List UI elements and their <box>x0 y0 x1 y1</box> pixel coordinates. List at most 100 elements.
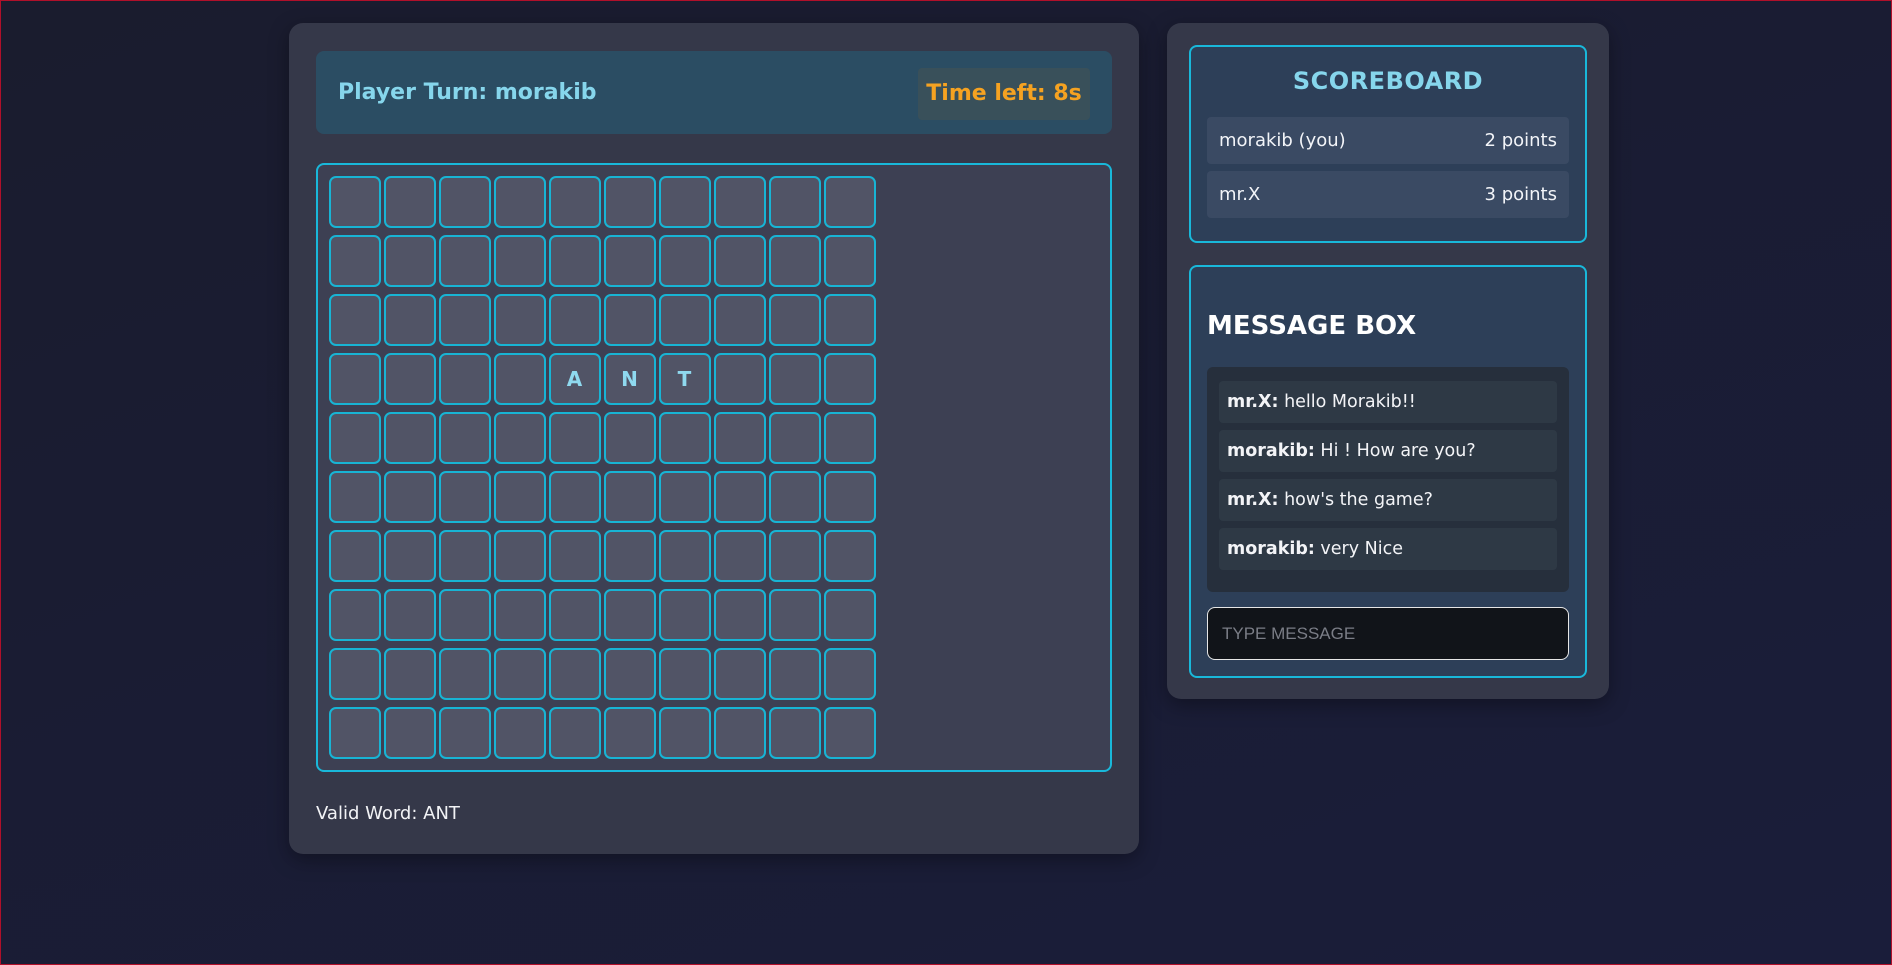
board-cell[interactable] <box>494 353 546 405</box>
board-cell[interactable] <box>714 530 766 582</box>
board-cell[interactable] <box>439 412 491 464</box>
board-cell[interactable] <box>604 412 656 464</box>
board-cell[interactable] <box>824 530 876 582</box>
board-cell[interactable] <box>604 471 656 523</box>
board-cell[interactable] <box>384 471 436 523</box>
board-cell[interactable] <box>714 471 766 523</box>
board-cell[interactable] <box>769 176 821 228</box>
board-cell[interactable] <box>604 530 656 582</box>
board-cell[interactable] <box>549 471 601 523</box>
board-cell[interactable] <box>769 412 821 464</box>
board-cell[interactable] <box>659 707 711 759</box>
board-cell[interactable] <box>439 707 491 759</box>
board-cell[interactable] <box>384 589 436 641</box>
board-cell[interactable] <box>494 471 546 523</box>
board-cell[interactable] <box>714 294 766 346</box>
board-cell[interactable] <box>549 648 601 700</box>
board-cell[interactable] <box>439 176 491 228</box>
board-cell[interactable] <box>824 589 876 641</box>
board-cell[interactable] <box>604 589 656 641</box>
board-cell[interactable] <box>439 530 491 582</box>
board-cell[interactable] <box>549 294 601 346</box>
board-cell[interactable] <box>824 235 876 287</box>
board-cell[interactable] <box>659 471 711 523</box>
board-cell[interactable] <box>549 235 601 287</box>
board-cell[interactable] <box>714 353 766 405</box>
board-cell[interactable] <box>329 353 381 405</box>
board-cell[interactable] <box>824 294 876 346</box>
board-cell[interactable] <box>549 530 601 582</box>
message-list[interactable]: mr.X: hello Morakib!! morakib: Hi ! How … <box>1207 367 1569 592</box>
board-cell[interactable] <box>769 294 821 346</box>
board-cell[interactable] <box>384 294 436 346</box>
board-cell[interactable] <box>824 412 876 464</box>
board-cell[interactable] <box>494 707 546 759</box>
board-cell[interactable] <box>549 707 601 759</box>
board-cell[interactable] <box>714 412 766 464</box>
board-cell[interactable] <box>659 530 711 582</box>
board-cell[interactable]: A <box>549 353 601 405</box>
board-cell[interactable] <box>604 176 656 228</box>
board-cell[interactable] <box>769 589 821 641</box>
board-cell[interactable] <box>384 707 436 759</box>
board-cell[interactable] <box>769 471 821 523</box>
board-cell[interactable] <box>329 530 381 582</box>
board-cell[interactable] <box>329 589 381 641</box>
board-cell[interactable] <box>329 235 381 287</box>
board-cell[interactable] <box>824 353 876 405</box>
board-cell[interactable] <box>659 648 711 700</box>
board-cell[interactable] <box>494 294 546 346</box>
board-cell[interactable] <box>824 471 876 523</box>
board-cell[interactable] <box>384 235 436 287</box>
board-cell[interactable] <box>769 648 821 700</box>
board-cell[interactable] <box>494 412 546 464</box>
board-cell[interactable] <box>494 530 546 582</box>
board-cell[interactable] <box>604 294 656 346</box>
board-cell[interactable] <box>659 176 711 228</box>
board-cell[interactable] <box>659 235 711 287</box>
board-cell[interactable] <box>824 176 876 228</box>
board-cell[interactable] <box>329 471 381 523</box>
board-cell[interactable] <box>439 589 491 641</box>
board-cell[interactable] <box>384 176 436 228</box>
board-cell[interactable]: T <box>659 353 711 405</box>
board-cell[interactable] <box>604 235 656 287</box>
board-cell[interactable] <box>659 294 711 346</box>
board-cell[interactable] <box>769 707 821 759</box>
board-cell[interactable] <box>329 648 381 700</box>
board-cell[interactable] <box>384 648 436 700</box>
message-input[interactable] <box>1207 607 1569 660</box>
board-cell[interactable] <box>659 412 711 464</box>
board-cell[interactable] <box>769 530 821 582</box>
board-cell[interactable] <box>714 589 766 641</box>
board-cell[interactable] <box>439 471 491 523</box>
board-cell[interactable] <box>549 589 601 641</box>
board-cell[interactable] <box>384 530 436 582</box>
board-cell[interactable] <box>329 412 381 464</box>
board-cell[interactable] <box>714 235 766 287</box>
board-cell[interactable] <box>769 353 821 405</box>
board-cell[interactable] <box>384 353 436 405</box>
board-cell[interactable] <box>494 589 546 641</box>
board-cell[interactable] <box>604 707 656 759</box>
board-cell[interactable] <box>769 235 821 287</box>
board-cell[interactable] <box>659 589 711 641</box>
board-cell[interactable] <box>439 648 491 700</box>
board-cell[interactable] <box>714 707 766 759</box>
board-cell[interactable] <box>439 353 491 405</box>
board-cell[interactable] <box>494 235 546 287</box>
board-cell[interactable] <box>439 235 491 287</box>
board-cell[interactable] <box>329 176 381 228</box>
board-cell[interactable] <box>384 412 436 464</box>
board-cell[interactable] <box>494 176 546 228</box>
board-cell[interactable] <box>329 294 381 346</box>
board-cell[interactable] <box>439 294 491 346</box>
board-cell[interactable] <box>714 648 766 700</box>
board-cell[interactable] <box>824 648 876 700</box>
board-cell[interactable] <box>549 412 601 464</box>
board-cell[interactable] <box>604 648 656 700</box>
board-cell[interactable] <box>824 707 876 759</box>
board-cell[interactable] <box>714 176 766 228</box>
board-cell[interactable] <box>494 648 546 700</box>
board-cell[interactable]: N <box>604 353 656 405</box>
